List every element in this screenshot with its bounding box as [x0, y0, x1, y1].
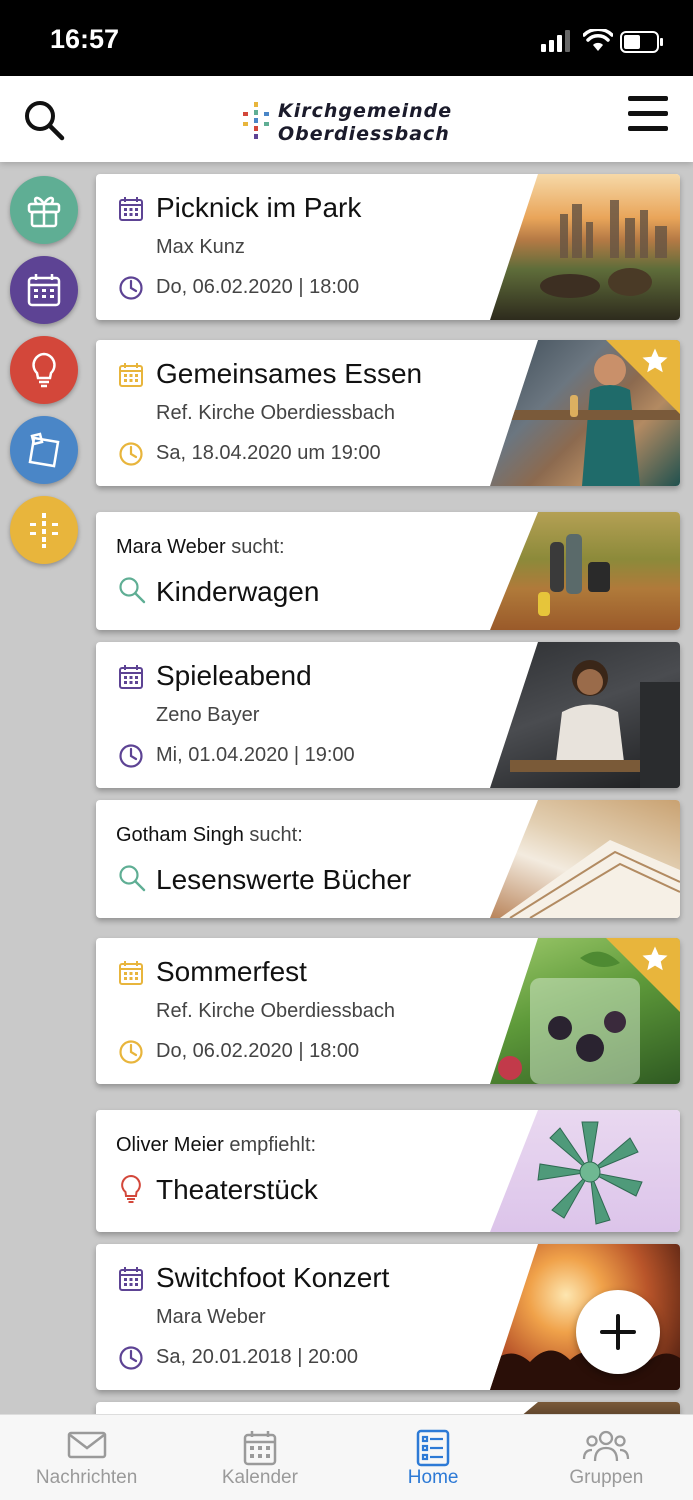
recommend-author: Oliver Meier empfiehlt: [116, 1134, 316, 1157]
clock-icon [119, 276, 143, 300]
event-title: Sommerfest [156, 956, 307, 987]
event-card-featured[interactable]: Sommerfest Ref. Kirche Oberdiessbach Do,… [96, 938, 680, 1084]
author-name: Oliver Meier [116, 1134, 224, 1156]
tab-gruppen[interactable]: Gruppen [520, 1415, 693, 1500]
event-datetime: Do, 06.02.2020 | 18:00 [156, 1040, 360, 1062]
search-title: Lesenswerte Bücher [156, 864, 412, 895]
tab-label: Home [407, 1467, 459, 1488]
author-name: Mara Weber [116, 536, 226, 558]
event-title: Switchfoot Konzert [156, 1262, 390, 1293]
search-image [490, 800, 680, 918]
event-datetime: Sa, 20.01.2018 | 20:00 [156, 1346, 359, 1368]
action-verb: sucht: [249, 824, 303, 846]
app-header: Kirchgemeinde Oberdiessbach [0, 76, 693, 162]
action-verb: sucht: [231, 536, 285, 558]
tab-nachrichten[interactable]: Nachrichten [0, 1415, 173, 1500]
tab-home[interactable]: Home [347, 1415, 520, 1500]
gift-category-button[interactable] [10, 176, 78, 244]
logo-line-1: Kirchgemeinde [278, 100, 453, 122]
magnifier-icon [119, 865, 146, 892]
recommend-image [490, 1110, 680, 1232]
status-bar: 16:57 [0, 0, 693, 76]
church-logo[interactable]: Kirchgemeinde Oberdiessbach [240, 98, 455, 145]
cross-icon [30, 513, 58, 548]
calendar-icon [119, 1267, 143, 1291]
event-image [490, 174, 680, 320]
tab-label: Kalender [221, 1467, 298, 1488]
people-icon [583, 1430, 630, 1462]
logo-line-2: Oberdiessbach [278, 123, 450, 145]
logo-cross-icon [243, 102, 269, 139]
star-icon [642, 946, 668, 971]
recommend-title: Theaterstück [156, 1174, 318, 1205]
calendar-category-button[interactable] [10, 256, 78, 324]
event-image [490, 642, 680, 788]
star-icon [642, 348, 668, 373]
author-name: Gotham Singh [116, 824, 244, 846]
wifi-icon [583, 29, 613, 51]
clock-icon [119, 1346, 143, 1370]
search-icon[interactable] [22, 98, 66, 142]
tab-label: Nachrichten [35, 1467, 138, 1488]
envelope-icon [67, 1431, 106, 1459]
event-card[interactable]: Picknick im Park Max Kunz Do, 06.02.2020… [96, 174, 680, 320]
clock-icon [119, 1040, 143, 1064]
event-datetime: Do, 06.02.2020 | 18:00 [156, 276, 360, 298]
search-image [490, 512, 680, 630]
event-card[interactable]: Spieleabend Zeno Bayer Mi, 01.04.2020 | … [96, 642, 680, 788]
event-organizer: Zeno Bayer [156, 704, 260, 726]
search-author: Gotham Singh sucht: [116, 824, 303, 847]
featured-badge [606, 938, 680, 1012]
event-datetime: Mi, 01.04.2020 | 19:00 [156, 744, 355, 766]
search-card[interactable]: Gotham Singh sucht: Lesenswerte Bücher [96, 800, 680, 918]
note-icon [28, 432, 60, 468]
event-title: Picknick im Park [156, 192, 362, 223]
featured-badge [606, 340, 680, 414]
event-card-featured[interactable]: Gemeinsames Essen Ref. Kirche Oberdiessb… [96, 340, 680, 486]
bottom-tab-bar: Nachrichten Kalender Home Gruppen [0, 1414, 693, 1500]
clock-icon [119, 744, 143, 768]
battery-icon [620, 31, 663, 53]
tab-kalender[interactable]: Kalender [173, 1415, 346, 1500]
gift-icon [27, 196, 61, 228]
search-title: Kinderwagen [156, 576, 320, 607]
search-author: Mara Weber sucht: [116, 536, 285, 559]
hamburger-menu-icon[interactable] [628, 96, 672, 132]
recommend-card[interactable]: Oliver Meier empfiehlt: Theaterstück [96, 1110, 680, 1232]
event-title: Spieleabend [156, 660, 312, 691]
calendar-icon [27, 274, 61, 307]
event-location: Ref. Kirche Oberdiessbach [156, 402, 396, 424]
calendar-icon [119, 363, 143, 387]
clock-icon [119, 442, 143, 466]
lightbulb-icon [32, 352, 56, 388]
status-time: 16:57 [50, 24, 120, 54]
calendar-icon [119, 665, 143, 689]
plus-icon [600, 1314, 636, 1350]
church-category-button[interactable] [10, 496, 78, 564]
calendar-icon [119, 197, 143, 221]
event-location: Ref. Kirche Oberdiessbach [156, 1000, 396, 1022]
add-button[interactable] [576, 1290, 660, 1374]
calendar-icon [243, 1431, 277, 1466]
ideas-category-button[interactable] [10, 336, 78, 404]
calendar-icon [119, 961, 143, 985]
event-title: Gemeinsames Essen [156, 358, 423, 389]
signal-icon [541, 30, 570, 52]
magnifier-icon [119, 577, 146, 604]
action-verb: empfiehlt: [229, 1134, 317, 1156]
event-datetime: Sa, 18.04.2020 um 19:00 [156, 442, 381, 464]
list-icon [416, 1429, 450, 1467]
event-organizer: Max Kunz [156, 236, 245, 258]
search-card[interactable]: Mara Weber sucht: Kinderwagen [96, 512, 680, 630]
category-sidebar [10, 176, 78, 576]
notes-category-button[interactable] [10, 416, 78, 484]
lightbulb-icon [121, 1174, 141, 1203]
tab-label: Gruppen [569, 1467, 644, 1488]
event-organizer: Mara Weber [156, 1306, 266, 1328]
